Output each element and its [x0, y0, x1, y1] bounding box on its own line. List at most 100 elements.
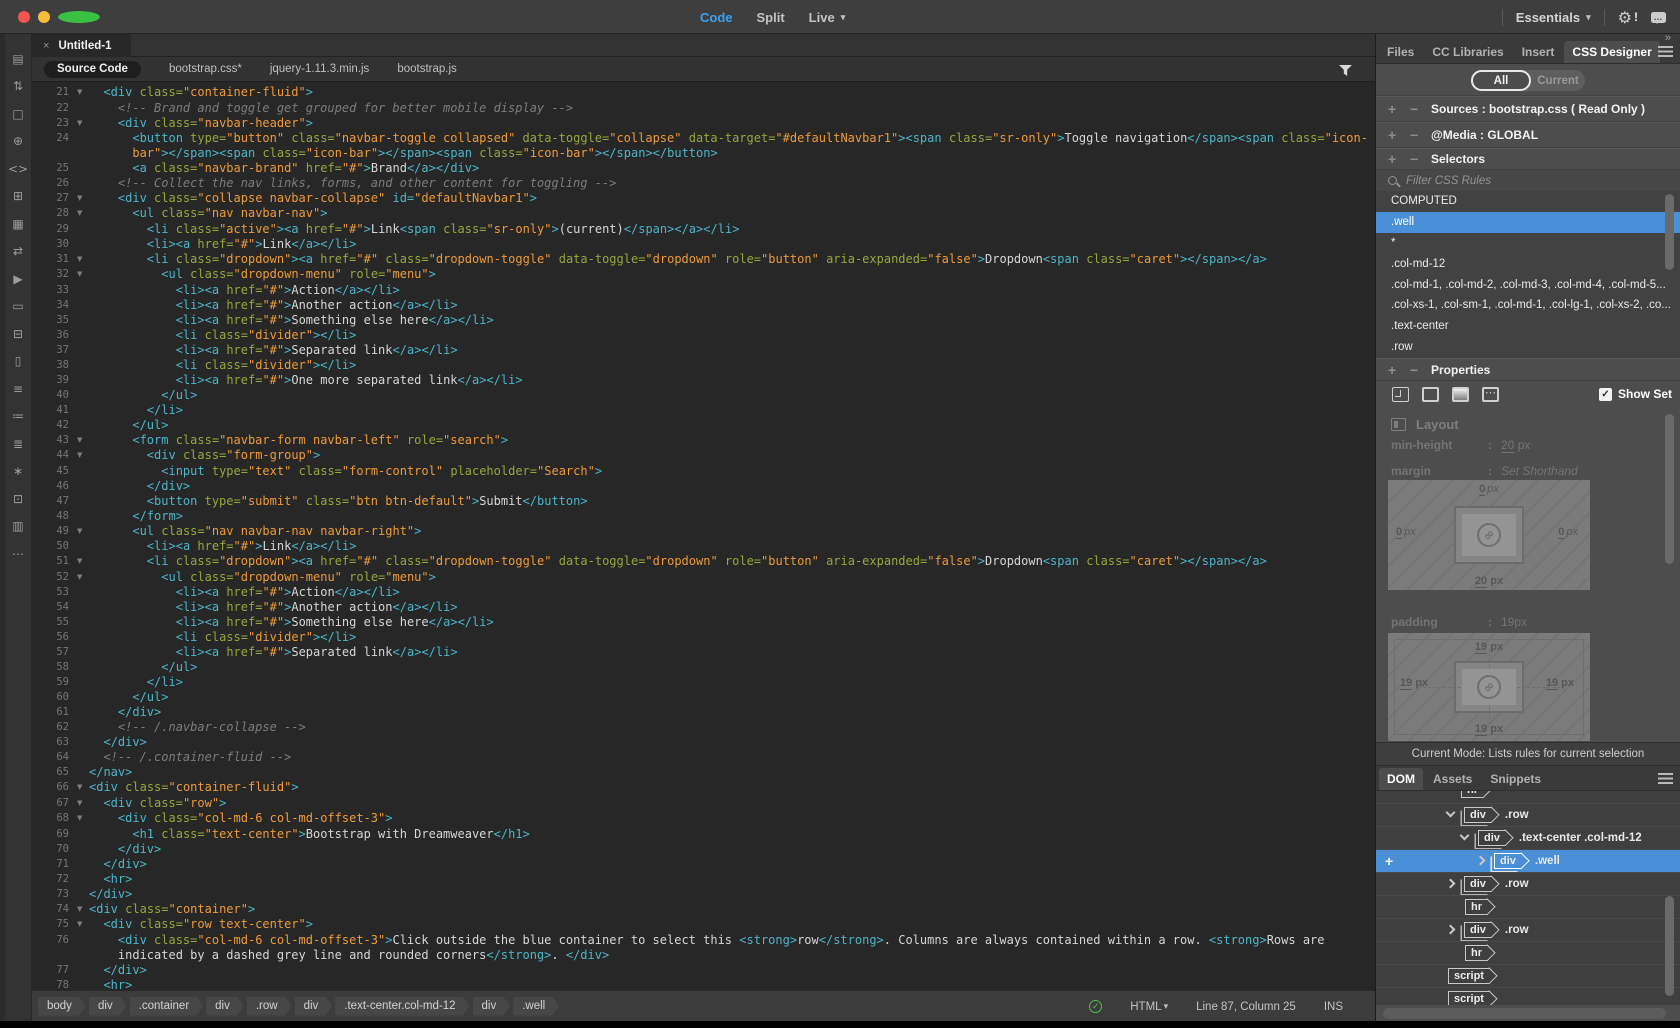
code-line-60[interactable]: 60</ul>: [32, 690, 1375, 705]
code-line-41[interactable]: 41</li>: [32, 403, 1375, 418]
code-line-53[interactable]: 53<li><a href="#">Action</a></li>: [32, 585, 1375, 600]
min-height-value[interactable]: 20 px: [1501, 438, 1530, 452]
code-fold-arrow[interactable]: ▼: [74, 811, 89, 827]
dom-node-hr[interactable]: hr: [1376, 896, 1680, 919]
code-fold-arrow[interactable]: ▼: [74, 796, 89, 812]
code-fold-arrow[interactable]: ▼: [74, 570, 89, 586]
code-line-62[interactable]: 62<!-- /.navbar-collapse -->: [32, 720, 1375, 735]
code-line-34[interactable]: 34<li><a href="#">Another action</a></li…: [32, 298, 1375, 313]
close-tab-icon[interactable]: ×: [43, 40, 49, 52]
collapse-node-icon[interactable]: [1460, 831, 1470, 841]
code-line-36[interactable]: 36<li class="divider"></li>: [32, 328, 1375, 343]
scope-all-button[interactable]: All: [1471, 70, 1531, 91]
code-fold-arrow[interactable]: ▼: [74, 433, 89, 449]
code-line-51[interactable]: 51▼<li class="dropdown"><a href="#" clas…: [32, 554, 1375, 570]
view-mode-split[interactable]: Split: [757, 10, 785, 25]
box-dot-icon[interactable]: ⊡: [13, 490, 23, 507]
remove-source-button[interactable]: −: [1410, 101, 1418, 117]
code-line-45[interactable]: 45<input type="text" class="form-control…: [32, 464, 1375, 479]
code-line-47[interactable]: 47<button type="submit" class="btn btn-d…: [32, 494, 1375, 509]
code-line-77[interactable]: 77</div>: [32, 963, 1375, 978]
code-line-42[interactable]: 42</ul>: [32, 418, 1375, 433]
link-values-icon[interactable]: ∞: [1477, 523, 1501, 547]
remove-property-button[interactable]: −: [1410, 362, 1418, 378]
code-line-72[interactable]: 72<hr>: [32, 872, 1375, 887]
dom-tag-chip-script[interactable]: script: [1448, 991, 1489, 1005]
code-fold-arrow[interactable]: ▼: [74, 252, 89, 268]
dom-tag-chip-hr[interactable]: hr: [1461, 791, 1483, 798]
inspect-icon[interactable]: ▶: [13, 270, 22, 287]
dom-node-hr[interactable]: hr: [1376, 942, 1680, 965]
dom-tag-chip-hr[interactable]: hr: [1465, 899, 1487, 915]
panel-menu-icon[interactable]: [1658, 46, 1673, 57]
dom-tag-chip-div[interactable]: div: [1478, 830, 1505, 846]
tag-path-item-div[interactable]: div: [206, 997, 244, 1016]
more-category-icon[interactable]: [1482, 387, 1499, 402]
dom-horizontal-scrollbar[interactable]: [1383, 1008, 1666, 1019]
sort-arrows-icon[interactable]: ⇅: [13, 78, 23, 95]
panel-tab-css-designer[interactable]: CSS Designer: [1564, 41, 1659, 63]
code-fold-arrow[interactable]: ▼: [74, 191, 89, 207]
dom-tag-chip-div[interactable]: div: [1464, 876, 1491, 892]
add-selector-button[interactable]: +: [1388, 151, 1396, 167]
code-line-44[interactable]: 44▼<div class="form-group">: [32, 448, 1375, 464]
code-line-75[interactable]: 75▼<div class="row text-center">: [32, 917, 1375, 933]
selector-row[interactable]: .col-xs-1, .col-sm-1, .col-md-1, .col-lg…: [1376, 295, 1680, 316]
selector-row[interactable]: .text-center: [1376, 316, 1680, 337]
add-media-button[interactable]: +: [1388, 127, 1396, 143]
code-fold-arrow[interactable]: ▼: [74, 448, 89, 464]
dom-node-div-row[interactable]: div.row: [1376, 873, 1680, 896]
selector-row[interactable]: .row: [1376, 337, 1680, 358]
code-line-32[interactable]: 32▼<ul class="dropdown-menu" role="menu"…: [32, 267, 1375, 283]
border-category-icon[interactable]: [1422, 387, 1439, 402]
code-line-29[interactable]: 29<li class="active"><a href="#">Link<sp…: [32, 222, 1375, 237]
dom-tag-chip-div[interactable]: div: [1464, 807, 1491, 823]
selector-row[interactable]: COMPUTED: [1376, 191, 1680, 212]
paragraph-lines-icon[interactable]: ≣: [13, 435, 23, 452]
code-line-54[interactable]: 54<li><a href="#">Another action</a></li…: [32, 600, 1375, 615]
code-line-33[interactable]: 33<li><a href="#">Action</a></li>: [32, 283, 1375, 298]
code-line-71[interactable]: 71</div>: [32, 857, 1375, 872]
code-line-28[interactable]: 28▼<ul class="nav navbar-nav">: [32, 206, 1375, 222]
code-editor[interactable]: 21▼<div class="container-fluid">22<!-- B…: [32, 82, 1375, 990]
expand-node-icon[interactable]: [1446, 925, 1456, 935]
expand-grid-icon[interactable]: ⊞: [13, 188, 23, 205]
code-line-21[interactable]: 21▼<div class="container-fluid">: [32, 85, 1375, 101]
code-line-25[interactable]: 25<a class="navbar-brand" href="#">Brand…: [32, 161, 1375, 176]
dom-panel-tab-assets[interactable]: Assets: [1425, 768, 1480, 790]
selector-row[interactable]: .col-md-12: [1376, 253, 1680, 274]
document-tab[interactable]: × Untitled-1: [32, 34, 131, 57]
code-fold-arrow[interactable]: ▼: [74, 554, 89, 570]
selectors-section-header[interactable]: + − Selectors: [1376, 148, 1680, 170]
related-file-source-code[interactable]: Source Code: [44, 61, 141, 78]
zoom-window-button[interactable]: [58, 11, 100, 23]
code-line-69[interactable]: 69<h1 class="text-center">Bootstrap with…: [32, 827, 1375, 842]
code-line-37[interactable]: 37<li><a href="#">Separated link</a></li…: [32, 343, 1375, 358]
code-line-65[interactable]: 65</nav>: [32, 765, 1375, 780]
code-line-26[interactable]: 26<!-- Collect the nav links, forms, and…: [32, 176, 1375, 191]
tag-path-item--row[interactable]: .row: [247, 997, 292, 1016]
margin-bottom-value[interactable]: 20 px: [1388, 575, 1590, 587]
fluid-grid-icon[interactable]: ▦: [12, 215, 23, 232]
globe-icon[interactable]: ⊕: [13, 133, 23, 150]
tag-path-item--text-center-col-md-12[interactable]: .text-center.col-md-12: [335, 997, 469, 1016]
dom-node-div-well[interactable]: +div.well: [1376, 850, 1680, 873]
more-tools-icon[interactable]: ⋯: [12, 545, 24, 562]
selectors-scrollbar-thumb[interactable]: [1665, 194, 1674, 270]
dom-panel-menu-icon[interactable]: [1658, 773, 1673, 784]
margin-shorthand-value[interactable]: Set Shorthand: [1501, 464, 1578, 478]
collapse-node-icon[interactable]: [1446, 808, 1456, 818]
add-element-button[interactable]: +: [1385, 853, 1393, 869]
tag-path-item-body[interactable]: body: [38, 997, 86, 1016]
sources-section-header[interactable]: + − Sources : bootstrap.css ( Read Only …: [1376, 96, 1680, 122]
selector-row[interactable]: .col-md-1, .col-md-2, .col-md-3, .col-md…: [1376, 274, 1680, 295]
workspace-switcher[interactable]: Essentials ▾: [1516, 10, 1591, 25]
filter-icon[interactable]: [1338, 64, 1353, 82]
code-fold-arrow[interactable]: ▼: [74, 524, 89, 540]
dom-tag-chip-script[interactable]: script: [1448, 968, 1489, 984]
code-line-31[interactable]: 31▼<li class="dropdown"><a href="#" clas…: [32, 252, 1375, 268]
code-line-63[interactable]: 63</div>: [32, 735, 1375, 750]
code-line-35[interactable]: 35<li><a href="#">Something else here</a…: [32, 313, 1375, 328]
tag-path-item--well[interactable]: .well: [513, 997, 559, 1016]
background-category-icon[interactable]: [1452, 387, 1469, 402]
